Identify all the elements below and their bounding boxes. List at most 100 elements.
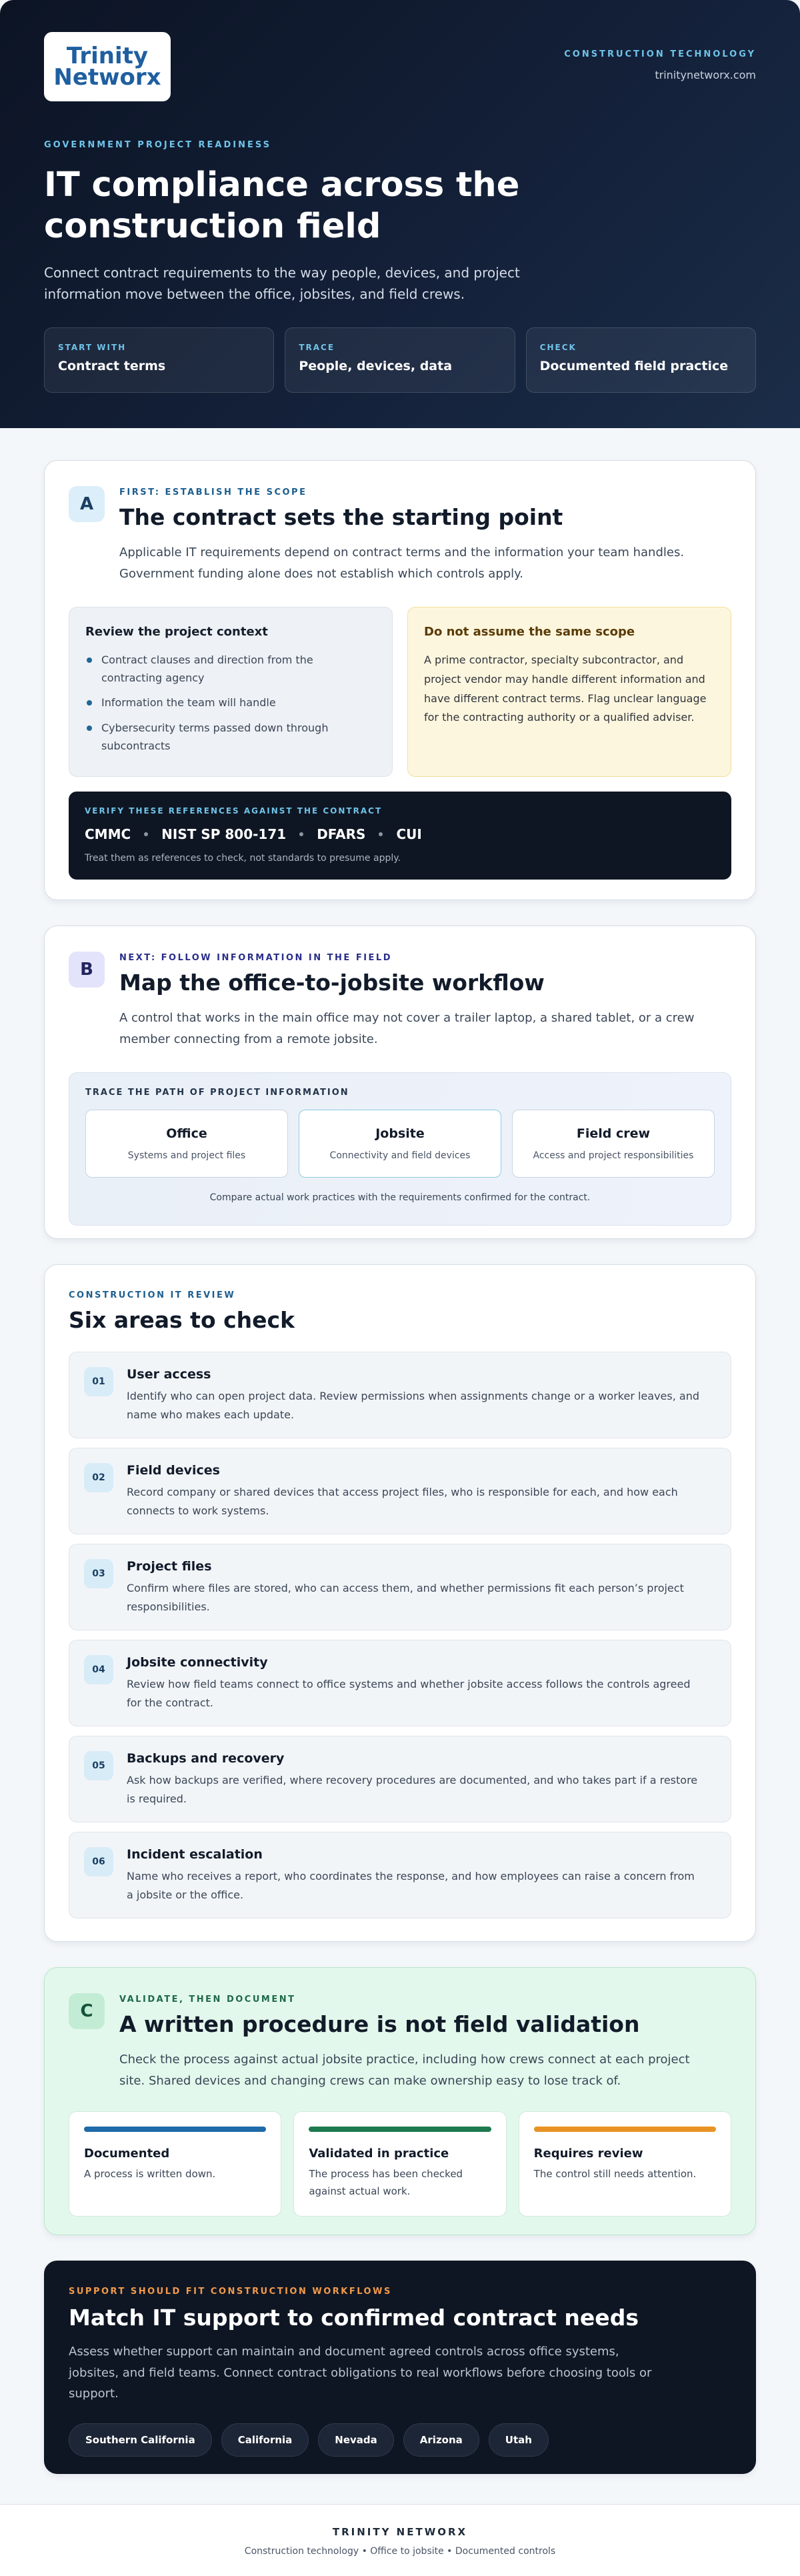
list-item: Cybersecurity terms passed down through … — [85, 719, 376, 755]
region-pills: Southern California California Nevada Ar… — [69, 2423, 731, 2457]
hero: Trinity Networx CONSTRUCTION TECHNOLOGY … — [0, 0, 800, 428]
section-body: A control that works in the main office … — [119, 1011, 695, 1046]
logo-wordmark: Trinity Networx — [53, 45, 161, 89]
status-desc: The process has been checked against act… — [309, 2168, 463, 2197]
section-body: Assess whether support can maintain and … — [69, 2345, 652, 2401]
section-eyebrow: VALIDATE, THEN DOCUMENT — [119, 1995, 296, 2005]
hero-card-trace: TRACE People, devices, data — [285, 327, 515, 393]
section-scope: A FIRST: ESTABLISH THE SCOPE The contrac… — [44, 460, 756, 900]
references-list: CMMC NIST SP 800-171 DFARS CUI — [85, 826, 715, 842]
area-desc: Identify who can open project data. Revi… — [127, 1390, 699, 1421]
warning-title: Do not assume the same scope — [424, 625, 635, 639]
footer-sub: Construction technology • Office to jobs… — [244, 2546, 556, 2557]
page: Trinity Networx CONSTRUCTION TECHNOLOGY … — [0, 0, 800, 2576]
top-eyebrow: CONSTRUCTION TECHNOLOGY — [564, 49, 756, 59]
area-number: 01 — [84, 1367, 113, 1396]
references-bar: VERIFY THESE REFERENCES AGAINST THE CONT… — [69, 792, 731, 880]
areas-list: 01 User access Identify who can open pro… — [69, 1352, 731, 1918]
status-card-review: Requires review The control still needs … — [518, 2111, 731, 2217]
hero-card-value: People, devices, data — [299, 359, 453, 374]
list-item: 04 Jobsite connectivity Review how field… — [69, 1640, 731, 1726]
trace-card-sub: Access and project responsibilities — [533, 1150, 694, 1161]
region-pill[interactable]: Southern California — [69, 2423, 212, 2457]
status-card-documented: Documented A process is written down. — [69, 2111, 282, 2217]
reference-item: CMMC — [85, 826, 131, 842]
list-item: 02 Field devices Record company or share… — [69, 1448, 731, 1534]
area-number: 02 — [84, 1463, 113, 1492]
section-support: SUPPORT SHOULD FIT CONSTRUCTION WORKFLOW… — [44, 2261, 756, 2474]
status-title: Validated in practice — [309, 2147, 449, 2161]
section-badge: B — [69, 952, 105, 988]
status-desc: A process is written down. — [84, 2168, 216, 2180]
warning-panel: Do not assume the same scope A prime con… — [407, 607, 731, 777]
region-pill[interactable]: California — [221, 2423, 309, 2457]
area-number: 06 — [84, 1847, 113, 1876]
hero-card-label: TRACE — [299, 343, 335, 353]
section-eyebrow: SUPPORT SHOULD FIT CONSTRUCTION WORKFLOW… — [69, 2287, 392, 2297]
section-body: Applicable IT requirements depend on con… — [119, 545, 685, 581]
references-note: Treat them as references to check, not s… — [85, 853, 401, 864]
area-title: Field devices — [127, 1463, 220, 1478]
region-pill[interactable]: Nevada — [318, 2423, 394, 2457]
review-title: Review the project context — [85, 625, 268, 639]
status-bar — [84, 2127, 267, 2132]
hero-card-value: Contract terms — [58, 359, 166, 374]
trace-note: Compare actual work practices with the r… — [209, 1192, 591, 1203]
section-eyebrow: CONSTRUCTION IT REVIEW — [69, 1290, 236, 1300]
list-item: 03 Project files Confirm where files are… — [69, 1544, 731, 1630]
section-title: A written procedure is not field validat… — [119, 2011, 640, 2037]
area-number: 03 — [84, 1559, 113, 1588]
section-body: Check the process against actual jobsite… — [119, 2053, 690, 2088]
hero-top-right: CONSTRUCTION TECHNOLOGY trinitynetworx.c… — [564, 49, 756, 81]
status-card-validated: Validated in practice The process has be… — [293, 2111, 507, 2217]
area-title: Jobsite connectivity — [127, 1655, 268, 1670]
area-desc: Review how field teams connect to office… — [127, 1678, 691, 1709]
trace-card-field-crew: Field crew Access and project responsibi… — [512, 1110, 715, 1178]
status-cards: Documented A process is written down. Va… — [69, 2111, 731, 2217]
section-title: Six areas to check — [69, 1307, 295, 1333]
hero-card-value: Documented field practice — [539, 359, 729, 374]
page-title: IT compliance across the construction fi… — [44, 165, 520, 247]
section-eyebrow: NEXT: FOLLOW INFORMATION IN THE FIELD — [119, 953, 392, 963]
hero-card-start: START WITH Contract terms — [44, 327, 275, 393]
region-pill[interactable]: Arizona — [403, 2423, 479, 2457]
footer-title: TRINITY NETWORX — [332, 2526, 468, 2538]
reference-item: NIST SP 800-171 — [161, 826, 287, 842]
trace-card-sub: Systems and project files — [127, 1150, 246, 1161]
trace-card-jobsite: Jobsite Connectivity and field devices — [299, 1110, 501, 1178]
warning-body: A prime contractor, specialty subcontrac… — [424, 654, 707, 724]
list-item: Contract clauses and direction from the … — [85, 651, 376, 687]
status-title: Requires review — [533, 2147, 643, 2161]
hero-eyebrow: GOVERNMENT PROJECT READINESS — [44, 140, 272, 150]
hero-card-label: CHECK — [539, 343, 577, 353]
hero-card-check: CHECK Documented field practice — [525, 327, 756, 393]
section-workflow: B NEXT: FOLLOW INFORMATION IN THE FIELD … — [44, 926, 756, 1239]
logo[interactable]: Trinity Networx — [44, 32, 171, 101]
site-link[interactable]: trinitynetworx.com — [564, 69, 756, 81]
reference-item: DFARS — [317, 826, 366, 842]
list-item: 05 Backups and recovery Ask how backups … — [69, 1736, 731, 1822]
area-title: Backups and recovery — [127, 1751, 285, 1766]
hero-cards: START WITH Contract terms TRACE People, … — [44, 327, 756, 393]
trace-card-title: Jobsite — [375, 1126, 425, 1141]
status-desc: The control still needs attention. — [533, 2168, 697, 2180]
area-desc: Confirm where files are stored, who can … — [127, 1582, 684, 1613]
reference-item: CUI — [396, 826, 422, 842]
trace-card-office: Office Systems and project files — [85, 1110, 288, 1178]
section-title: Map the office-to-jobsite workflow — [119, 970, 545, 996]
list-item: Information the team will handle — [85, 694, 376, 712]
region-pill[interactable]: Utah — [488, 2423, 549, 2457]
separator-dot — [379, 832, 383, 836]
status-bar — [533, 2127, 716, 2132]
section-badge: A — [69, 486, 105, 522]
section-title: The contract sets the starting point — [119, 504, 563, 530]
status-title: Documented — [84, 2147, 170, 2161]
trace-panel: TRACE THE PATH OF PROJECT INFORMATION Of… — [69, 1072, 731, 1226]
review-panel: Review the project context Contract clau… — [69, 607, 393, 777]
area-title: Project files — [127, 1559, 212, 1574]
hero-subtitle: Connect contract requirements to the way… — [44, 265, 520, 303]
area-number: 05 — [84, 1751, 113, 1780]
area-number: 04 — [84, 1655, 113, 1684]
trace-card-title: Field crew — [576, 1126, 651, 1141]
section-badge: C — [69, 1993, 105, 2029]
